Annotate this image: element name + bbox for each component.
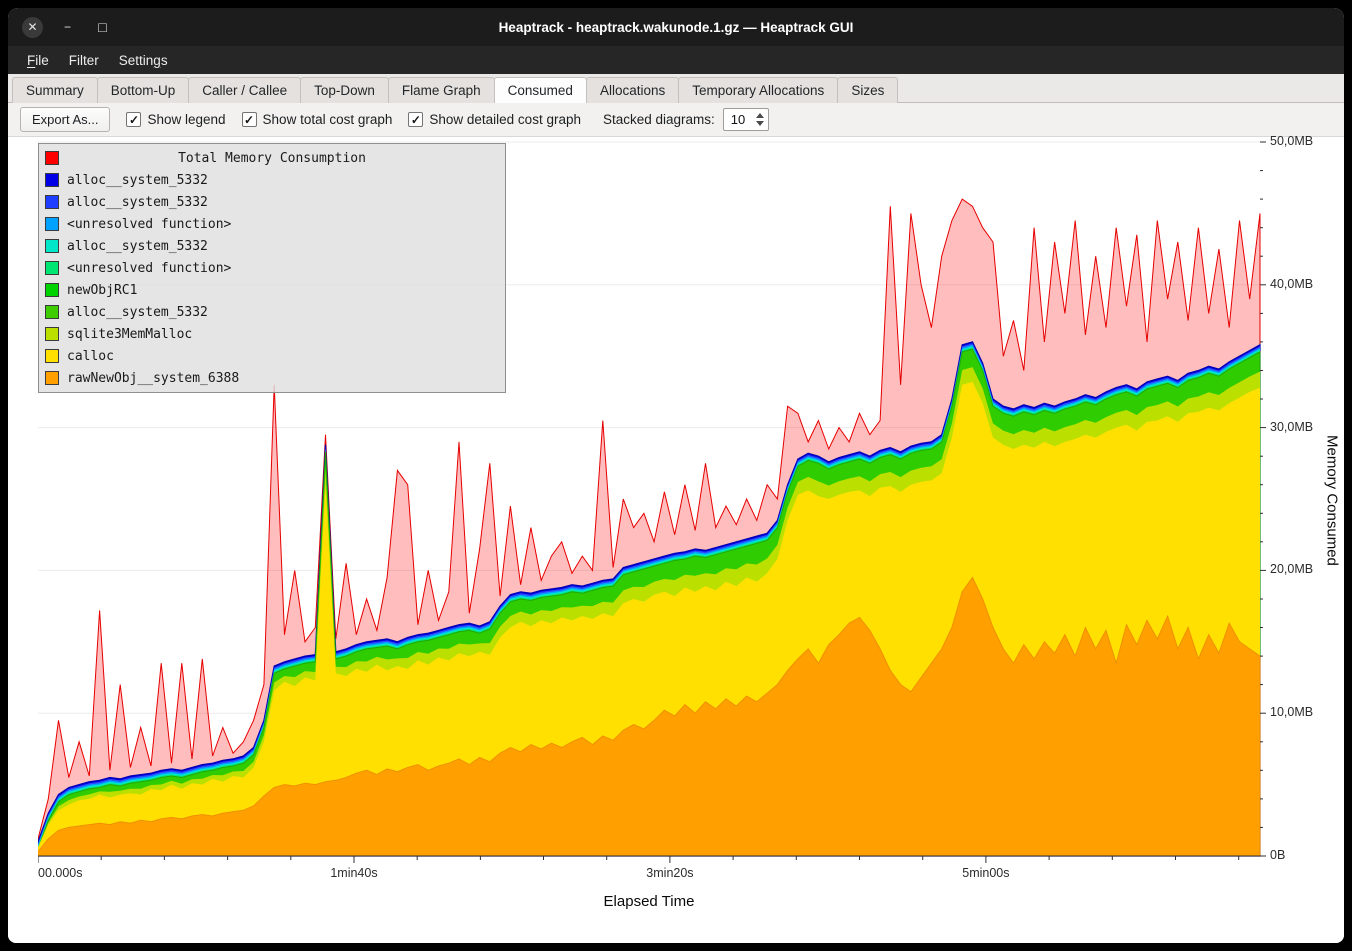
legend-item-label: rawNewObj__system_6388 — [67, 371, 239, 386]
checkbox-label: Show detailed cost graph — [429, 112, 581, 127]
spin-down-icon[interactable] — [756, 121, 764, 126]
y-axis-tick-label: 30,0MB — [1270, 420, 1313, 434]
legend-item-label: alloc__system_5332 — [67, 195, 208, 210]
legend-item-label: <unresolved function> — [67, 261, 231, 276]
tab-top-down[interactable]: Top-Down — [300, 77, 389, 103]
x-axis-tick-label: 00.000s — [38, 866, 82, 880]
checkbox-show-detailed-cost-graph[interactable]: ✓ Show detailed cost graph — [408, 112, 581, 127]
maximize-icon[interactable]: □ — [92, 17, 113, 38]
legend-item-label: newObjRC1 — [67, 283, 137, 298]
x-axis-title: Elapsed Time — [38, 893, 1260, 910]
legend-item-swatch — [45, 371, 59, 385]
legend-item: <unresolved function> — [43, 213, 501, 235]
legend-item-swatch — [45, 327, 59, 341]
window-controls: ✕ − □ — [22, 8, 113, 46]
y-axis-tick-label: 50,0MB — [1270, 134, 1313, 148]
legend-item: calloc — [43, 345, 501, 367]
legend-item-label: <unresolved function> — [67, 217, 231, 232]
chart-legend: Total Memory Consumption alloc__system_5… — [38, 143, 506, 393]
stacked-diagrams-value[interactable]: 10 — [724, 109, 753, 130]
stacked-diagrams-spinbox[interactable]: 10 — [723, 108, 769, 131]
y-axis-title: Memory Consumed — [1322, 280, 1342, 720]
tab-sizes[interactable]: Sizes — [837, 77, 898, 103]
legend-item: alloc__system_5332 — [43, 191, 501, 213]
legend-item: newObjRC1 — [43, 279, 501, 301]
menu-file[interactable]: File — [18, 50, 58, 71]
legend-item: alloc__system_5332 — [43, 169, 501, 191]
legend-item-swatch — [45, 305, 59, 319]
close-icon[interactable]: ✕ — [22, 17, 43, 38]
tab-bottom-up[interactable]: Bottom-Up — [97, 77, 190, 103]
legend-item: <unresolved function> — [43, 257, 501, 279]
legend-item: alloc__system_5332 — [43, 301, 501, 323]
legend-item: alloc__system_5332 — [43, 235, 501, 257]
tab-allocations[interactable]: Allocations — [586, 77, 679, 103]
checkbox-label: Show total cost graph — [263, 112, 393, 127]
legend-item-swatch — [45, 239, 59, 253]
legend-item-label: alloc__system_5332 — [67, 305, 208, 320]
tab-bar: SummaryBottom-UpCaller / CalleeTop-DownF… — [8, 74, 1344, 103]
y-axis-tick-label: 0B — [1270, 848, 1285, 862]
chart-region: Total Memory Consumption alloc__system_5… — [8, 137, 1344, 943]
window-title: Heaptrack - heaptrack.wakunode.1.gz — He… — [499, 20, 854, 35]
menu-settings[interactable]: Settings — [110, 50, 177, 71]
legend-item-label: alloc__system_5332 — [67, 239, 208, 254]
y-axis-tick-label: 40,0MB — [1270, 277, 1313, 291]
toolbar: Export As... ✓ Show legend ✓ Show total cos… — [8, 103, 1344, 137]
stacked-diagrams-control: Stacked diagrams: 10 — [603, 108, 769, 131]
tab-summary[interactable]: Summary — [12, 77, 98, 103]
legend-item-swatch — [45, 173, 59, 187]
legend-item-label: sqlite3MemMalloc — [67, 327, 192, 342]
tab-caller-callee[interactable]: Caller / Callee — [188, 77, 301, 103]
checkbox-checked-icon[interactable]: ✓ — [242, 112, 257, 127]
y-axis-tick-label: 10,0MB — [1270, 705, 1313, 719]
legend-item-label: calloc — [67, 349, 114, 364]
export-as-button[interactable]: Export As... — [20, 107, 110, 132]
tab-temporary-allocations[interactable]: Temporary Allocations — [678, 77, 838, 103]
legend-item-swatch — [45, 349, 59, 363]
legend-item-swatch — [45, 195, 59, 209]
x-axis-tick-label: 3min20s — [646, 866, 693, 880]
checkbox-show-total-cost-graph[interactable]: ✓ Show total cost graph — [242, 112, 393, 127]
legend-item-swatch — [45, 217, 59, 231]
legend-title: Total Memory Consumption — [43, 151, 501, 166]
tab-consumed[interactable]: Consumed — [494, 77, 587, 103]
legend-item-swatch — [45, 283, 59, 297]
tab-flame-graph[interactable]: Flame Graph — [388, 77, 495, 103]
legend-item-swatch — [45, 261, 59, 275]
spinner-arrows — [753, 109, 768, 130]
menubar: FileFilterSettings — [8, 46, 1344, 74]
menu-filter[interactable]: Filter — [60, 50, 108, 71]
checkbox-label: Show legend — [147, 112, 225, 127]
y-axis-tick-label: 20,0MB — [1270, 562, 1313, 576]
spin-up-icon[interactable] — [756, 113, 764, 118]
legend-item: rawNewObj__system_6388 — [43, 367, 501, 389]
checkbox-show-legend[interactable]: ✓ Show legend — [126, 112, 225, 127]
checkbox-checked-icon[interactable]: ✓ — [126, 112, 141, 127]
stacked-diagrams-label: Stacked diagrams: — [603, 112, 715, 127]
x-axis-tick-label: 5min00s — [962, 866, 1009, 880]
checkbox-checked-icon[interactable]: ✓ — [408, 112, 423, 127]
legend-title-row: Total Memory Consumption — [43, 147, 501, 169]
minimize-icon[interactable]: − — [57, 17, 78, 38]
titlebar[interactable]: ✕ − □ Heaptrack - heaptrack.wakunode.1.g… — [8, 8, 1344, 46]
x-axis-tick-label: 1min40s — [330, 866, 377, 880]
legend-item-label: alloc__system_5332 — [67, 173, 208, 188]
toolbar-checkboxes: ✓ Show legend ✓ Show total cost graph ✓ Show … — [126, 112, 581, 127]
heaptrack-window: ✕ − □ Heaptrack - heaptrack.wakunode.1.g… — [8, 8, 1344, 943]
legend-item: sqlite3MemMalloc — [43, 323, 501, 345]
